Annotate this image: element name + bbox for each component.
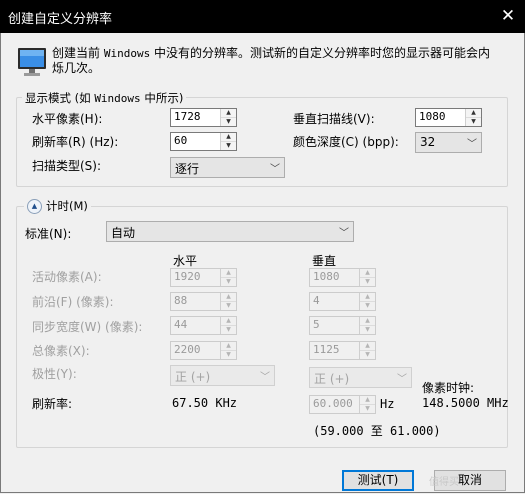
pixel-clock-label: 像素时钟:: [422, 381, 475, 395]
front-v-value: 4: [313, 294, 320, 307]
color-depth-value[interactable]: 32: [420, 135, 435, 149]
active-v-value: 1080: [313, 270, 340, 283]
polarity-v-select: 正 (+) ﹀: [309, 367, 412, 388]
v-scanlines-label: 垂直扫描线(V):: [293, 112, 375, 126]
spin-up-icon: ▲: [221, 317, 236, 326]
standard-value[interactable]: 自动: [111, 224, 135, 241]
front-v-stepper: 4 ▲ ▼: [309, 292, 376, 311]
active-h-stepper: 1920 ▲ ▼: [170, 268, 237, 287]
sync-h-stepper: 44 ▲ ▼: [170, 316, 237, 335]
spin-up-icon: ▲: [360, 269, 375, 278]
spin-down-icon: ▼: [360, 405, 375, 413]
spin-up-icon[interactable]: ▲: [221, 109, 236, 118]
sync-v-stepper: 5 ▲ ▼: [309, 316, 376, 335]
timing-refresh-label: 刷新率:: [32, 397, 73, 411]
spin-down-icon[interactable]: ▼: [466, 118, 481, 126]
total-v-value: 1125: [313, 343, 340, 356]
spin-up-icon: ▲: [360, 396, 375, 405]
refresh-v-value: 60.000: [313, 397, 353, 410]
active-pixels-label: 活动像素(A):: [32, 270, 102, 284]
h-pixels-label: 水平像素(H):: [32, 112, 103, 126]
display-mode-legend: 显示模式 (如 Windows 中所示): [22, 90, 187, 106]
total-h-stepper: 2200 ▲ ▼: [170, 341, 237, 360]
refresh-h-value: 67.50 KHz: [172, 396, 238, 410]
intro-text: 创建当前 Windows 中没有的分辨率。测试新的自定义分辨率时您的显示器可能会…: [52, 46, 492, 75]
spin-up-icon: ▲: [221, 269, 236, 278]
standard-label: 标准(N):: [25, 227, 72, 241]
refresh-v-stepper: 60.000 ▲ ▼: [309, 395, 376, 414]
scan-type-label: 扫描类型(S):: [32, 159, 102, 173]
close-icon[interactable]: ✕: [497, 5, 519, 27]
spin-up-icon[interactable]: ▲: [221, 133, 236, 142]
spin-up-icon: ▲: [221, 293, 236, 302]
spin-up-icon: ▲: [360, 342, 375, 351]
spin-up-icon: ▲: [360, 317, 375, 326]
polarity-h-select: 正 (+) ﹀: [170, 365, 275, 386]
polarity-h-value: 正 (+): [175, 370, 211, 384]
spin-up-icon: ▲: [221, 342, 236, 351]
active-v-stepper: 1080 ▲ ▼: [309, 268, 376, 287]
spin-down-icon: ▼: [221, 351, 236, 359]
chevron-down-icon[interactable]: ﹀: [339, 224, 349, 239]
spin-down-icon: ▼: [360, 326, 375, 334]
chevron-down-icon: ﹀: [397, 374, 407, 385]
scan-type-select[interactable]: 逐行 ﹀: [170, 157, 285, 178]
sync-h-value: 44: [174, 318, 188, 331]
spin-down-icon: ▼: [360, 351, 375, 359]
front-porch-label: 前沿(F) (像素):: [32, 295, 114, 309]
spin-up-icon: ▲: [360, 293, 375, 302]
refresh-v-unit: Hz: [380, 397, 395, 411]
refresh-rate-stepper[interactable]: 60 ▲ ▼: [170, 132, 237, 151]
h-pixels-stepper[interactable]: 1728 ▲ ▼: [170, 108, 237, 127]
col-vertical-header: 垂直: [312, 254, 337, 268]
refresh-rate-label: 刷新率(R) (Hz):: [32, 135, 119, 149]
monitor-icon: [17, 46, 47, 78]
active-h-value: 1920: [174, 270, 201, 283]
spin-down-icon: ▼: [221, 326, 236, 334]
total-h-value: 2200: [174, 343, 201, 356]
spin-down-icon[interactable]: ▼: [221, 142, 236, 150]
sync-width-label: 同步宽度(W) (像素):: [32, 320, 143, 334]
timing-legend: ▲ 计时(M): [24, 198, 91, 214]
standard-select[interactable]: 自动 ﹀: [106, 221, 354, 242]
spin-down-icon: ▼: [221, 302, 236, 310]
sync-v-value: 5: [313, 318, 320, 331]
intro-part1: 创建当前: [52, 46, 104, 60]
spin-down-icon: ▼: [221, 278, 236, 286]
front-h-stepper: 88 ▲ ▼: [170, 292, 237, 311]
col-horizontal-header: 水平: [173, 254, 198, 268]
watermark-text: 值得买: [429, 477, 459, 488]
polarity-v-value: 正 (+): [314, 372, 350, 386]
chevron-down-icon: ﹀: [260, 372, 270, 383]
intro-windows: Windows: [103, 47, 151, 60]
pixel-clock-value: 148.5000 MHz: [422, 396, 509, 410]
window-title: 创建自定义分辨率: [8, 12, 113, 27]
h-pixels-value[interactable]: 1728: [174, 110, 201, 123]
total-pixels-label: 总像素(X):: [32, 344, 90, 358]
test-button[interactable]: 测试(T): [342, 470, 414, 491]
spin-down-icon[interactable]: ▼: [221, 118, 236, 126]
scan-type-value[interactable]: 逐行: [175, 160, 199, 177]
front-h-value: 88: [174, 294, 188, 307]
refresh-rate-value[interactable]: 60: [174, 134, 187, 147]
spin-up-icon[interactable]: ▲: [466, 109, 481, 118]
chevron-down-icon[interactable]: ﹀: [270, 160, 280, 175]
polarity-label: 极性(Y):: [32, 367, 77, 381]
spin-down-icon: ▼: [360, 278, 375, 286]
refresh-range: (59.000 至 61.000): [313, 424, 441, 438]
v-scanlines-value[interactable]: 1080: [419, 110, 446, 123]
color-depth-label: 颜色深度(C) (bpp):: [293, 135, 399, 149]
v-scanlines-stepper[interactable]: 1080 ▲ ▼: [415, 108, 482, 127]
timing-legend-label[interactable]: 计时(M): [46, 198, 88, 214]
collapse-icon[interactable]: ▲: [27, 198, 42, 214]
chevron-down-icon[interactable]: ﹀: [467, 135, 477, 150]
spin-down-icon: ▼: [360, 302, 375, 310]
color-depth-select[interactable]: 32 ﹀: [415, 132, 482, 153]
total-v-stepper: 1125 ▲ ▼: [309, 341, 376, 360]
